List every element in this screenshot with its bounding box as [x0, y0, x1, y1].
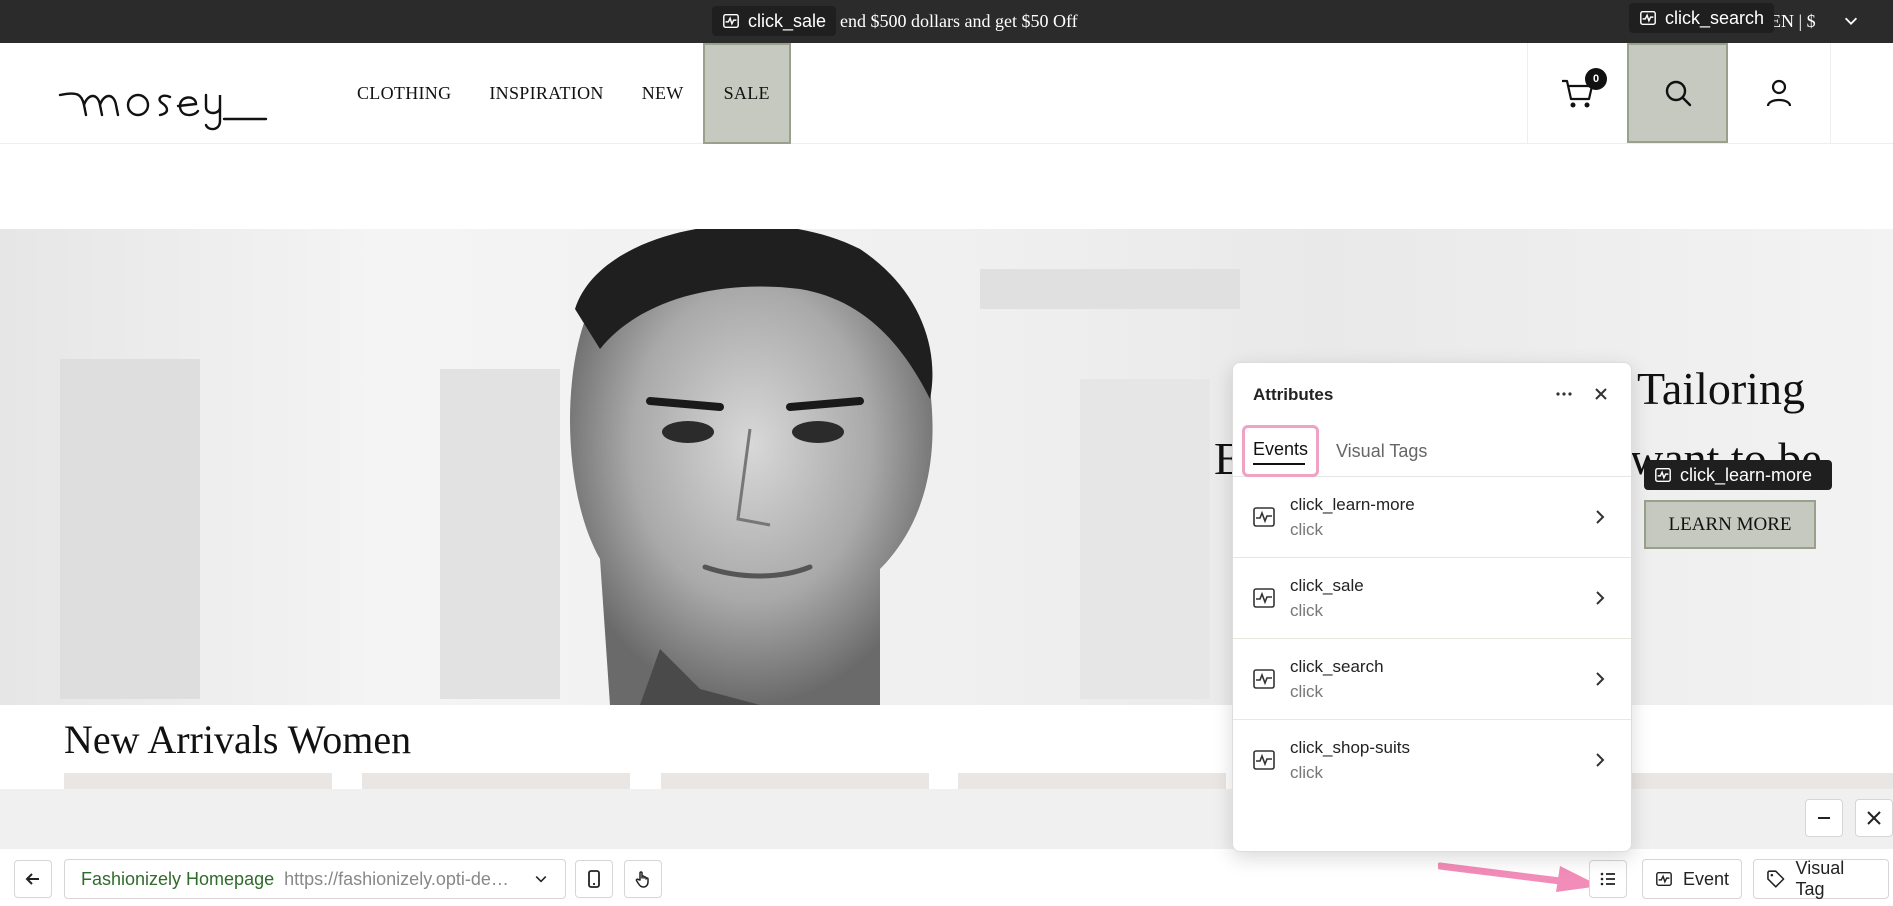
tag-chip-search[interactable]: click_search	[1629, 3, 1775, 33]
visual-tag-button-label: Visual Tag	[1795, 858, 1845, 899]
promo-bar: end $500 dollars and get $50 Off EN | $	[0, 0, 1893, 43]
event-item-search[interactable]: click_search click	[1233, 639, 1631, 720]
close-icon[interactable]	[1590, 383, 1612, 405]
active-tab-underline	[1253, 463, 1305, 465]
minimize-button[interactable]	[1805, 799, 1843, 837]
page-selector[interactable]: Fashionizely Homepage https://fashionize…	[64, 859, 566, 899]
mosey-logo[interactable]	[58, 61, 268, 131]
arrow-left-icon	[25, 873, 39, 885]
tag-icon	[1767, 870, 1785, 888]
page-name: Fashionizely Homepage	[81, 868, 275, 889]
hero-headline-line1: Tailoring	[1637, 363, 1805, 414]
product-card[interactable]	[1625, 773, 1893, 789]
nav-new[interactable]: NEW	[623, 43, 703, 144]
interact-mode-button[interactable]	[624, 860, 662, 898]
nav-clothing[interactable]: CLOTHING	[338, 43, 470, 144]
tab-events[interactable]: Events	[1242, 425, 1319, 477]
event-item-learn-more[interactable]: click_learn-more click	[1233, 477, 1631, 558]
event-name: click_sale	[1290, 576, 1364, 595]
event-icon	[1253, 669, 1275, 689]
panel-tabs: Events Visual Tags	[1233, 425, 1631, 477]
nav-inspiration[interactable]: INSPIRATION	[470, 43, 622, 144]
chevron-down-icon	[535, 876, 547, 883]
pointer-arrow	[1438, 862, 1600, 892]
product-card[interactable]	[362, 773, 630, 789]
page-url: https://fashionizely.opti-demo...	[284, 868, 523, 889]
event-icon	[1253, 507, 1275, 527]
tag-chip-learn-more[interactable]: click_learn-more	[1644, 460, 1832, 490]
header-divider	[1527, 43, 1528, 144]
cart-count-badge: 0	[1585, 68, 1607, 90]
tag-chip-label: click_sale	[748, 10, 827, 31]
event-name: click_shop-suits	[1290, 738, 1410, 757]
chevron-down-icon[interactable]	[1842, 12, 1860, 30]
more-options-icon[interactable]	[1553, 383, 1575, 405]
event-type: click	[1290, 763, 1324, 782]
chevron-right-icon	[1596, 591, 1605, 605]
tab-events-label: Events	[1252, 438, 1309, 459]
tab-visual-tags[interactable]: Visual Tags	[1336, 425, 1427, 477]
search-icon	[1665, 80, 1691, 107]
tag-chip-sale[interactable]: click_sale	[712, 6, 837, 36]
section-title: New Arrivals Women	[64, 717, 412, 762]
panel-title: Attributes	[1253, 385, 1334, 404]
chevron-right-icon	[1596, 672, 1605, 686]
event-button-label: Event	[1682, 868, 1729, 889]
event-name: click_learn-more	[1290, 495, 1415, 514]
event-icon	[723, 13, 739, 29]
close-icon	[1867, 811, 1881, 825]
language-currency[interactable]: EN | $	[1770, 11, 1816, 32]
event-item-shop-suits[interactable]: click_shop-suits click	[1233, 720, 1631, 801]
event-icon	[1640, 10, 1656, 26]
event-list: click_learn-more click click_sale click …	[1233, 477, 1631, 801]
event-type: click	[1290, 601, 1324, 620]
header-divider	[1830, 43, 1831, 144]
minus-icon	[1818, 817, 1830, 819]
add-visual-tag-button[interactable]: Visual Tag	[1753, 858, 1889, 899]
promo-text: end $500 dollars and get $50 Off	[840, 11, 1078, 31]
hand-pointer-icon	[635, 871, 649, 888]
product-card[interactable]	[958, 773, 1226, 789]
site-header: CLOTHING INSPIRATION NEW SALE	[0, 43, 1893, 144]
close-editor-button[interactable]	[1855, 799, 1893, 837]
device-preview-button[interactable]	[575, 860, 613, 898]
attributes-panel: Attributes Events Visual Tags click_lear…	[1232, 362, 1632, 852]
event-icon	[1253, 588, 1275, 608]
event-item-sale[interactable]: click_sale click	[1233, 558, 1631, 639]
product-card[interactable]	[661, 773, 929, 789]
event-type: click	[1290, 520, 1324, 539]
list-icon	[1600, 872, 1615, 886]
account-button[interactable]	[1755, 43, 1803, 143]
event-icon	[1655, 467, 1671, 483]
tag-chip-label: click_search	[1665, 7, 1765, 28]
main-nav: CLOTHING INSPIRATION NEW SALE	[338, 43, 791, 144]
back-button[interactable]	[14, 860, 52, 898]
event-icon	[1656, 871, 1672, 887]
tag-chip-label: click_learn-more	[1680, 464, 1813, 485]
add-event-button[interactable]: Event	[1642, 859, 1742, 899]
learn-more-button[interactable]: LEARN MORE	[1644, 500, 1816, 549]
search-button[interactable]	[1627, 43, 1728, 143]
event-name: click_search	[1290, 657, 1384, 676]
attributes-list-button[interactable]	[1589, 860, 1627, 898]
chevron-right-icon	[1596, 753, 1605, 767]
event-icon	[1253, 750, 1275, 770]
user-icon	[1766, 79, 1792, 107]
event-type: click	[1290, 682, 1324, 701]
chevron-right-icon	[1596, 510, 1605, 524]
nav-sale[interactable]: SALE	[702, 43, 791, 144]
product-card[interactable]	[64, 773, 332, 789]
mobile-icon	[588, 870, 600, 888]
